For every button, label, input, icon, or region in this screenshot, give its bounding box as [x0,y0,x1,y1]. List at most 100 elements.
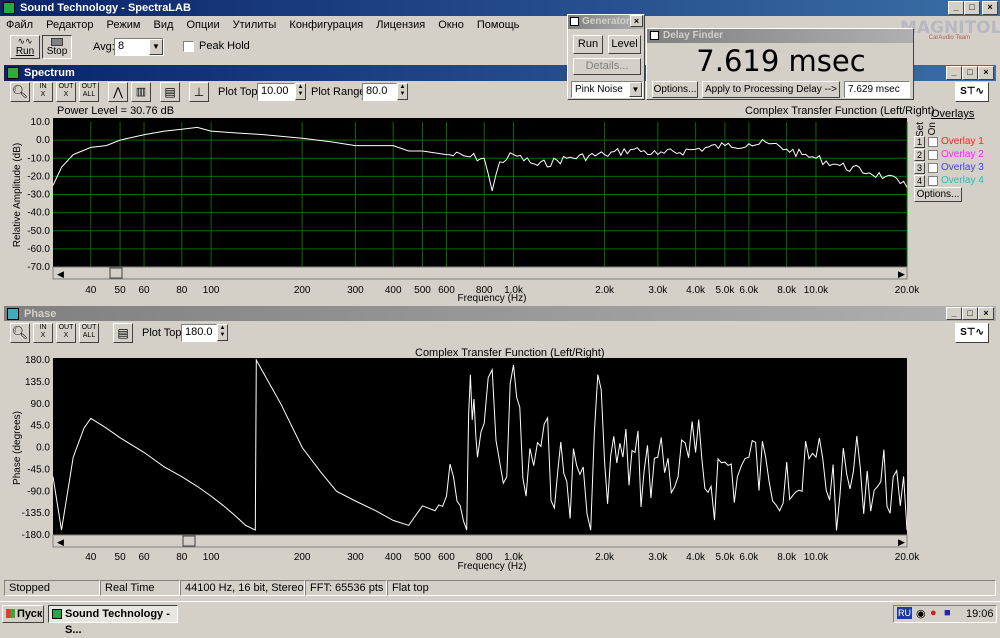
line-graph-icon[interactable]: ⋀ [108,82,128,102]
phase-maximize-button[interactable]: □ [962,307,978,320]
peak-hold-checkbox[interactable] [183,41,194,52]
overlay-checkbox[interactable] [928,163,938,173]
antivirus-icon[interactable]: ● [930,607,937,619]
generator-close-button[interactable]: × [630,15,643,27]
phase-xtick-label: 300 [347,552,364,563]
menu-configuration[interactable]: Конфигурация [289,19,363,31]
overlay-on-label: On [927,122,938,136]
network-icon[interactable]: ■ [944,607,951,619]
apply-processing-delay-button[interactable]: Apply to Processing Delay --> [702,81,840,98]
phase-xtick-label: 2.0k [595,552,615,563]
phase-zoom-out-x-icon[interactable]: OUT X [56,323,76,343]
overlay-set-button[interactable]: 4 [914,175,925,187]
chevron-down-icon[interactable]: ▼ [149,39,163,55]
phase-scroll-thumb[interactable] [182,535,196,547]
phase-zoom-out-all-icon[interactable]: OUT ALL [79,323,99,343]
overlay-checkbox[interactable] [928,176,938,186]
menu-edit[interactable]: Редактор [46,19,93,31]
overlay-set-button[interactable]: 2 [914,149,925,161]
spectrum-st-logo-icon[interactable]: S⊤∿ [955,82,989,102]
zoom-in-x-icon[interactable]: IN X [33,82,53,102]
spectrum-ytick-label: -10.0 [27,153,50,164]
phase-xlabel: Frequency (Hz) [458,561,527,572]
scroll-left-arrow-icon[interactable]: ◀ [57,269,64,279]
menu-view[interactable]: Вид [154,19,174,31]
generator-chevron-down-icon[interactable]: ▼ [629,82,642,97]
run-button[interactable]: ∿∿ Run [10,35,40,59]
spectrum-plot-top-spinner[interactable]: ▲ ▼ [295,83,306,100]
phase-scrollbar[interactable] [52,534,908,548]
phase-st-logo-icon[interactable]: S⊤∿ [955,323,989,343]
speaker-icon[interactable]: ◉ [916,607,926,620]
phase-plot-top-label: Plot Top: [142,327,185,339]
menu-utilities[interactable]: Утилиты [233,19,277,31]
language-indicator[interactable]: RU [897,607,912,619]
app-close-button[interactable]: × [982,1,998,15]
overlay-checkbox[interactable] [928,150,938,160]
stop-button[interactable]: Stop [42,35,72,59]
menu-options[interactable]: Опции [186,19,219,31]
phase-ytick-label: 45.0 [31,421,51,432]
overlay-options-button[interactable]: Options... [914,187,962,202]
spectrum-ytick-label: -50.0 [27,226,50,237]
phase-plot-top-spinner[interactable]: ▲ ▼ [217,324,228,341]
phase-minimize-button[interactable]: _ [946,307,962,320]
zoom-out-x-icon[interactable]: OUT X [56,82,76,102]
app-maximize-button[interactable]: □ [964,1,980,15]
overlay-set-button[interactable]: 3 [914,162,925,174]
menu-bar: Файл Редактор Режим Вид Опции Утилиты Ко… [6,18,529,33]
menu-mode[interactable]: Режим [107,19,141,31]
cursor-icon[interactable]: ⊥ [189,82,209,102]
menu-file[interactable]: Файл [6,19,33,31]
spectrum-ytick-label: -20.0 [27,171,50,182]
spectrum-xtick-label: 80 [176,285,188,296]
avg-value: 8 [118,40,125,52]
table-view-icon[interactable]: ▤ [160,82,180,102]
app-title: Sound Technology - SpectraLAB [20,2,191,14]
phase-ytick-label: -135.0 [22,508,51,519]
menu-window[interactable]: Окно [438,19,464,31]
spectrum-scroll-thumb[interactable] [109,267,123,279]
phase-zoom-in-x-icon[interactable]: IN X [33,323,53,343]
system-tray: RU ◉ ● ■ 19:06 [893,605,997,623]
spectrum-plot-range-spinner[interactable]: ▲ ▼ [397,83,408,100]
phase-zoom-icon[interactable]: 🔍︎ [10,323,30,343]
scroll-right-arrow-icon[interactable]: ▶ [898,269,905,279]
phase-scroll-left-arrow-icon[interactable]: ◀ [57,537,64,547]
spectrum-xtick-label: 6.0k [739,285,759,296]
phase-plot-top-input[interactable]: 180.0 [181,324,217,342]
overlay-checkbox[interactable] [928,137,938,147]
phase-ytick-label: 135.0 [25,377,50,388]
overlay-set-button[interactable]: 1 [914,136,925,148]
phase-xtick-label: 4.0k [686,552,706,563]
spectrum-maximize-button[interactable]: □ [962,66,978,80]
app-minimize-button[interactable]: _ [948,1,964,15]
phase-close-button[interactable]: × [978,307,994,320]
taskbar-app-button[interactable]: Sound Technology - S... [48,605,178,636]
processing-delay-field[interactable]: 7.629 msec [844,81,910,98]
status-fft: FFT: 65536 pts [305,580,387,596]
delay-options-button[interactable]: Options... [652,81,698,98]
menu-help[interactable]: Помощь [477,19,520,31]
phase-table-view-icon[interactable]: ▤ [113,323,133,343]
phase-scroll-right-arrow-icon[interactable]: ▶ [898,537,905,547]
spectrum-minimize-button[interactable]: _ [946,66,962,80]
zoom-out-all-icon[interactable]: OUT ALL [79,82,99,102]
spectrum-xtick-label: 60 [138,285,150,296]
spectrum-plot-range-input[interactable]: 80.0 [362,83,397,101]
avg-label: Avg: [93,41,115,53]
spectrum-scrollbar[interactable] [52,266,908,280]
avg-select[interactable]: 8 ▼ [114,38,164,56]
generator-level-button[interactable]: Level [608,35,641,54]
menu-license[interactable]: Лицензия [376,19,425,31]
generator-details-button[interactable]: Details... [573,58,641,75]
generator-run-button[interactable]: Run [573,35,603,54]
generator-signal-select[interactable]: Pink Noise ▼ [571,81,643,98]
bar-graph-icon[interactable]: ▥ [131,82,151,102]
spectrum-close-button[interactable]: × [978,66,994,80]
spectrum-xtick-label: 40 [85,285,97,296]
delay-readout: 7.619 msec [696,44,866,78]
spectrum-plot-top-input[interactable]: 10.00 [257,83,295,101]
start-button[interactable]: Пуск [2,605,44,623]
zoom-icon[interactable]: 🔍︎ [10,82,30,102]
